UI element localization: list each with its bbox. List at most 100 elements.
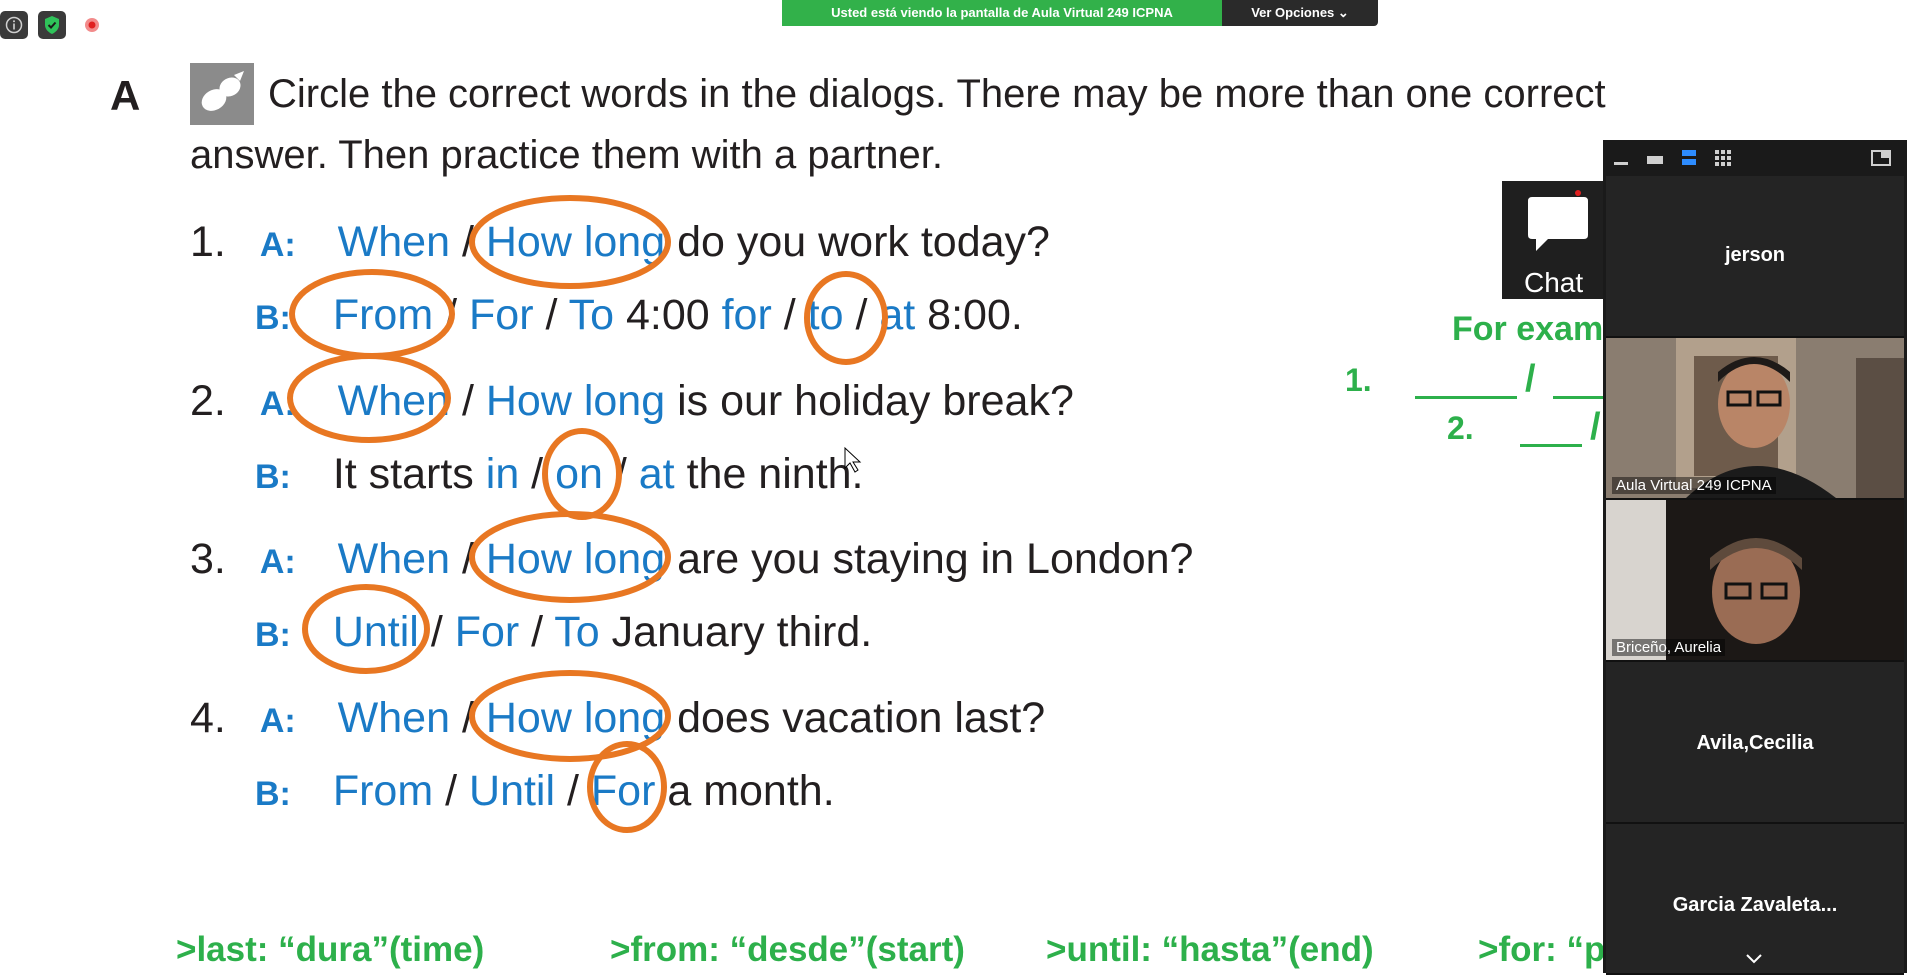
annotation-for-example: For exam	[1452, 310, 1604, 348]
security-shield-icon[interactable]	[38, 11, 66, 39]
speaker-b: B:	[255, 299, 291, 337]
speaker-a: A:	[259, 385, 296, 423]
participant-tile[interactable]: jerson	[1606, 176, 1904, 338]
choice: in	[485, 450, 520, 498]
item-1-b: B: From / For / To 4:00 for / to / at 8:…	[255, 291, 1023, 340]
separator: /	[433, 291, 470, 339]
choice: for	[721, 291, 772, 339]
separator: /	[450, 535, 486, 583]
chat-button[interactable]: Chat	[1502, 181, 1606, 299]
participant-tile-video[interactable]: Aula Virtual 249 ICPNA	[1606, 338, 1904, 500]
choice: From	[332, 291, 434, 339]
choice: at	[638, 450, 675, 498]
item-2-a: 2. A: When / How long is our holiday bre…	[190, 377, 1074, 426]
instruction-line-2: answer. Then practice them with a partne…	[190, 133, 943, 177]
choice-when: When	[337, 694, 451, 742]
annotation-example-1: 1.	[1345, 362, 1372, 398]
question-rest: is our holiday break?	[665, 377, 1074, 425]
exercise-letter: A	[110, 72, 141, 119]
single-view-icon[interactable]	[1643, 146, 1667, 170]
chevron-down-icon: ⌄	[1337, 5, 1349, 20]
question-rest: does vacation last?	[665, 694, 1046, 742]
item-number: 3.	[190, 535, 226, 583]
participant-name: jerson	[1724, 244, 1786, 266]
annotation-example-2: 2.	[1447, 410, 1474, 446]
item-3-a: 3. A: When / How long are you staying in…	[190, 535, 1193, 584]
speaker-b: B:	[255, 458, 291, 496]
participant-tile[interactable]: Garcia Zavaleta...	[1606, 824, 1904, 975]
screen-share-banner: Usted está viendo la pantalla de Aula Vi…	[782, 0, 1378, 26]
speaker-a: A:	[259, 702, 296, 740]
choice-when: When	[337, 377, 451, 425]
choice: From	[332, 767, 434, 815]
gloss-until: >until: “hasta”(end)	[1046, 930, 1374, 969]
panel-toolbar	[1603, 140, 1907, 176]
question-rest: are you staying in London?	[665, 535, 1194, 583]
item-2-b: B: It starts in / on / at the ninth.	[255, 450, 864, 499]
separator: /	[519, 608, 555, 656]
answer-text: 4:00	[614, 291, 722, 339]
strip-view-icon[interactable]	[1677, 146, 1701, 170]
item-4-b: B: From / Until / For a month.	[255, 767, 835, 816]
choice: To	[568, 291, 615, 339]
answer-text: January third.	[599, 608, 873, 656]
blank-line	[1520, 444, 1582, 447]
participant-video	[1606, 500, 1904, 660]
participant-caption: Aula Virtual 249 ICPNA	[1612, 477, 1776, 494]
item-number: 2.	[190, 377, 226, 425]
answer-text: It starts	[332, 450, 486, 498]
choice: on	[555, 450, 603, 498]
view-options-button[interactable]: Ver Opciones ⌄	[1222, 0, 1378, 26]
choice-how-long: How long	[485, 535, 666, 583]
participant-name: Avila,Cecilia	[1696, 732, 1814, 754]
answer-text: the ninth.	[674, 450, 864, 498]
question-rest: do you work today?	[665, 218, 1050, 266]
recording-icon	[78, 11, 106, 39]
participant-caption: Briceño, Aurelia	[1612, 639, 1726, 656]
info-icon[interactable]	[0, 11, 28, 39]
item-3-b: B: Until / For / To January third.	[255, 608, 872, 657]
speaker-a: A:	[259, 543, 296, 581]
separator: /	[533, 291, 569, 339]
gloss-from: >from: “desde”(start)	[610, 930, 965, 969]
separator: /	[555, 767, 591, 815]
pencil-icon	[190, 63, 254, 125]
item-number: 4.	[190, 694, 226, 742]
separator: /	[771, 291, 808, 339]
participant-tile-video[interactable]: Briceño, Aurelia	[1606, 500, 1904, 662]
gallery-view-icon[interactable]	[1711, 146, 1735, 170]
choice-when: When	[337, 535, 451, 583]
item-4-a: 4. A: When / How long does vacation last…	[190, 694, 1045, 743]
separator: /	[843, 291, 880, 339]
separator: /	[450, 377, 486, 425]
annotation-slash: /	[1590, 406, 1601, 448]
item-1-a: 1. A: When / How long do you work today?	[190, 218, 1050, 267]
separator: /	[433, 767, 470, 815]
separator: /	[519, 450, 556, 498]
gloss-last: >last: “dura”(time)	[176, 930, 485, 969]
separator: /	[602, 450, 639, 498]
annotation-slash: /	[1525, 358, 1536, 400]
blank-line	[1553, 396, 1603, 399]
chat-label: Chat	[1524, 267, 1584, 298]
share-banner-text: Usted está viendo la pantalla de Aula Vi…	[782, 0, 1222, 26]
choice: Until	[332, 608, 419, 656]
minimize-icon[interactable]	[1609, 146, 1633, 170]
choice-when: When	[337, 218, 451, 266]
separator: /	[450, 694, 486, 742]
participant-name: Garcia Zavaleta...	[1672, 894, 1838, 916]
instruction-line-1: Circle the correct words in the dialogs.…	[268, 72, 1606, 116]
item-number: 1.	[190, 218, 226, 266]
choice: to	[807, 291, 844, 339]
chevron-down-icon[interactable]	[1744, 952, 1764, 966]
participant-video	[1606, 338, 1904, 498]
chat-icon	[1528, 190, 1588, 251]
answer-text: a month.	[655, 767, 835, 815]
view-options-label: Ver Opciones	[1251, 5, 1335, 20]
speaker-b: B:	[255, 616, 291, 654]
speaker-b: B:	[255, 775, 291, 813]
choice-how-long: How long	[485, 694, 666, 742]
gloss-for: >for: “p	[1478, 930, 1606, 969]
participant-tile[interactable]: Avila,Cecilia	[1606, 662, 1904, 824]
popout-icon[interactable]	[1869, 146, 1893, 170]
